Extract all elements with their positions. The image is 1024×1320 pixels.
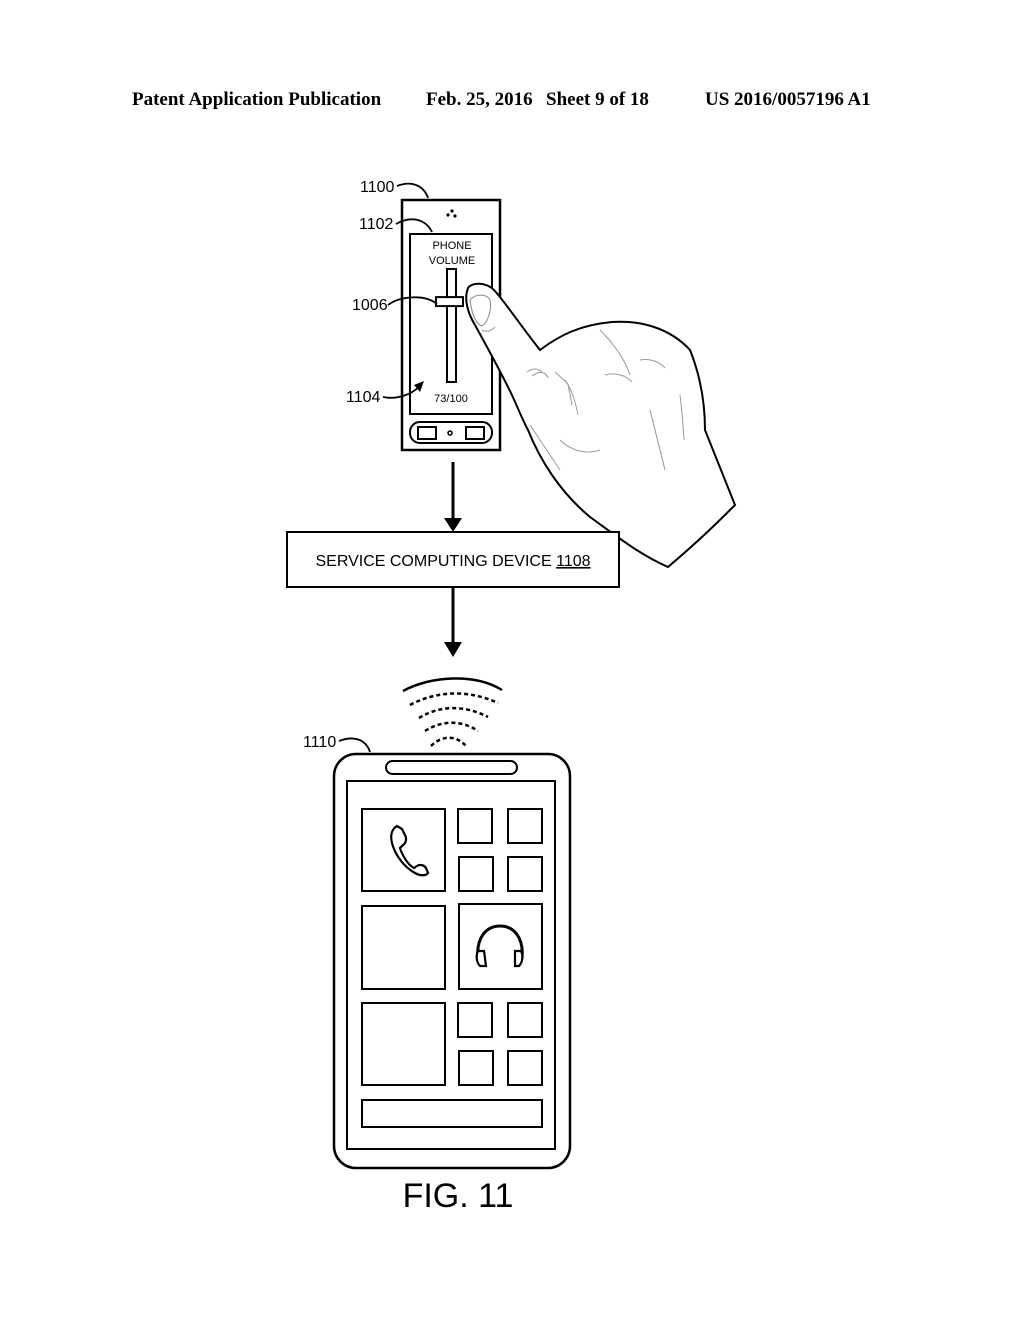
- ref-label-1104: 1104: [346, 389, 381, 406]
- hand-icon: [465, 282, 737, 569]
- screen-title-line2: VOLUME: [429, 255, 475, 267]
- figure-caption: FIG. 11: [403, 1177, 514, 1215]
- volume-slider-thumb[interactable]: [435, 296, 464, 308]
- camera-dots-icon: [446, 209, 457, 218]
- arrowhead-down-icon: [444, 642, 462, 657]
- menu-button[interactable]: [465, 426, 485, 440]
- tile-large[interactable]: [361, 905, 446, 990]
- service-box-text: SERVICE COMPUTING DEVICE: [315, 553, 556, 570]
- home-button[interactable]: [447, 430, 453, 436]
- ref-label-1006: 1006: [352, 297, 388, 314]
- speaker-slot: [385, 760, 518, 775]
- tile-small[interactable]: [457, 1002, 493, 1038]
- arrowhead-down-icon: [444, 518, 462, 532]
- tile-small[interactable]: [507, 808, 543, 844]
- screen-title-line1: PHONE: [432, 240, 471, 252]
- leader-line-1100: [396, 182, 429, 199]
- leader-line-1110: [338, 737, 371, 753]
- tile-phone[interactable]: [361, 808, 446, 892]
- device-1110: [332, 752, 572, 1170]
- tile-small[interactable]: [507, 1050, 543, 1086]
- ref-label-1102: 1102: [359, 216, 394, 233]
- tile-small[interactable]: [507, 1002, 543, 1038]
- ref-label-1100: 1100: [360, 179, 395, 196]
- figure-11-drawing: PHONE VOLUME 73/100 1100 1102 1006 1104: [286, 179, 737, 1215]
- device-1110-body: [332, 752, 572, 1170]
- tile-headphones[interactable]: [458, 903, 543, 990]
- tile-large[interactable]: [361, 1002, 446, 1086]
- tile-small[interactable]: [458, 856, 494, 892]
- phone-handset-icon: [390, 824, 430, 877]
- back-button[interactable]: [417, 426, 437, 440]
- headphones-icon: [475, 924, 524, 968]
- volume-slider-track[interactable]: [446, 268, 457, 383]
- service-box-ref: 1108: [556, 553, 591, 570]
- tile-small[interactable]: [458, 1050, 494, 1086]
- tile-wide[interactable]: [361, 1099, 543, 1128]
- service-box-label: SERVICE COMPUTING DEVICE 1108: [315, 553, 590, 570]
- ref-label-1110: 1110: [303, 734, 336, 751]
- device-1110-screen: [346, 780, 556, 1150]
- wireless-signal-icon: [402, 677, 503, 747]
- volume-readout: 73/100: [434, 393, 468, 405]
- leader-line-1006: [387, 296, 438, 306]
- tile-small[interactable]: [507, 856, 543, 892]
- tile-small[interactable]: [457, 808, 493, 844]
